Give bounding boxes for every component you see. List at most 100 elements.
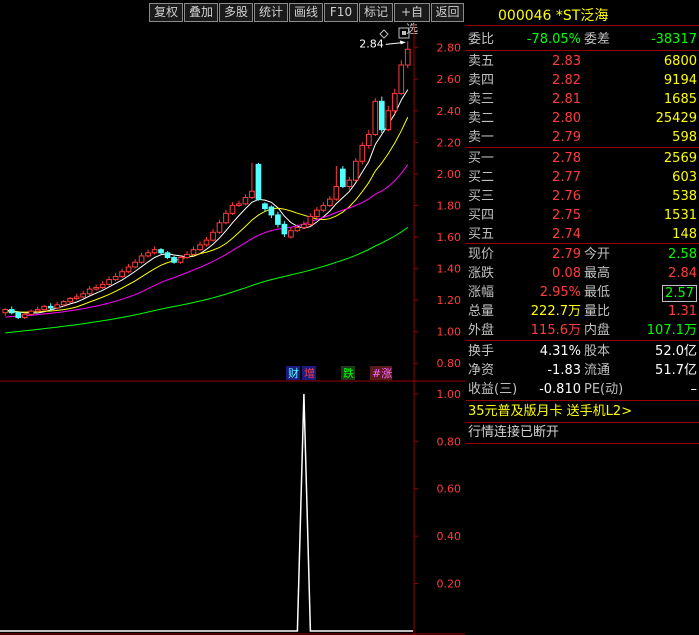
- candle-down: [158, 249, 164, 254]
- candle-down: [255, 163, 262, 200]
- indicator-tick-label: 0.40: [437, 530, 462, 543]
- stat-value: –: [690, 382, 698, 397]
- stat-value: 51.7亿: [655, 363, 697, 378]
- stat-row: 涨幅 2.95% 最低 2.57: [466, 283, 699, 302]
- candle-up: [125, 266, 132, 273]
- candle-down: [8, 309, 15, 314]
- stat-value: 2.57: [662, 285, 697, 302]
- mark-button[interactable]: 标记: [359, 3, 393, 22]
- stat-label: 量比: [584, 304, 611, 319]
- candle-up: [404, 48, 411, 66]
- candle-up: [28, 310, 35, 315]
- candle-up: [145, 252, 151, 257]
- back-button[interactable]: 返回: [431, 3, 464, 22]
- candle-down: [378, 100, 385, 131]
- stat-label: 流通: [584, 363, 611, 378]
- book-volume: 1531: [663, 208, 697, 223]
- book-label: 买四: [468, 208, 495, 223]
- book-label: 买五: [468, 227, 495, 242]
- book-row[interactable]: 卖三 2.81 1685: [466, 90, 699, 109]
- stat-label: 净资: [468, 363, 495, 378]
- stock-title: 000046 *ST泛海: [498, 5, 608, 25]
- stock-header[interactable]: 000046 *ST泛海: [466, 0, 699, 26]
- candles: [2, 41, 411, 320]
- price-tick-label: 1.40: [437, 263, 462, 276]
- candle-up: [307, 215, 314, 225]
- price-tick-label: 1.60: [437, 231, 462, 244]
- weicha-value: -38317: [650, 32, 697, 47]
- candle-up: [2, 309, 9, 314]
- book-row[interactable]: 卖一 2.79 598: [466, 128, 699, 147]
- book-row[interactable]: 卖四 2.82 9194: [466, 71, 699, 90]
- price-tick-label: 1.20: [437, 294, 462, 307]
- candle-up: [138, 255, 145, 263]
- book-row[interactable]: 买三 2.76 538: [466, 187, 699, 206]
- stat-value: 2.58: [668, 247, 697, 262]
- draw-line-button[interactable]: 画线: [289, 3, 323, 22]
- candle-up: [327, 198, 333, 206]
- book-label: 买一: [468, 151, 495, 166]
- candle-up: [365, 133, 372, 146]
- multi-stock-button[interactable]: 多股: [219, 3, 253, 22]
- promo-link[interactable]: 35元普及版月卡 送手机L2>: [466, 402, 699, 421]
- divider: [466, 443, 699, 444]
- divider: [466, 147, 699, 148]
- divider: [466, 243, 699, 244]
- price-tick-label: 2.80: [437, 42, 462, 55]
- candle-up: [359, 144, 366, 162]
- book-volume: 148: [672, 227, 697, 242]
- add-watchlist-button[interactable]: +自选: [394, 3, 430, 36]
- stat-label: 现价: [468, 247, 495, 262]
- candle-up: [320, 204, 327, 211]
- stat-label: 股本: [584, 344, 611, 359]
- fuquan-button[interactable]: 复权: [149, 3, 183, 22]
- price-axis: 2.80 2.60 2.40 2.20 2.00 1.80 1.60 1.40 1.20 1.00…: [414, 42, 462, 370]
- candle-up: [21, 313, 28, 318]
- chart-canvas[interactable]: 2.80 2.60 2.40 2.20 2.00 1.80 1.60 1.40 1.20 1.00…: [0, 24, 465, 635]
- book-volume: 1685: [663, 92, 697, 107]
- chart-frame-lines: [0, 24, 465, 635]
- book-row[interactable]: 买五 2.74 148: [466, 225, 699, 244]
- candle-down: [339, 168, 346, 188]
- book-volume: 2569: [663, 151, 697, 166]
- chart-annotations: 2.84 财增 跌 #涨: [286, 27, 410, 380]
- candle-up: [314, 209, 320, 217]
- candle-up: [151, 249, 158, 254]
- event-marker: 财: [288, 366, 299, 380]
- ma5-line: [5, 89, 409, 314]
- book-row[interactable]: 卖二 2.80 25429: [466, 109, 699, 128]
- candle-up: [385, 110, 392, 131]
- book-price: 2.76: [552, 189, 581, 204]
- divider: [466, 50, 699, 51]
- stat-label: 内盘: [584, 323, 611, 338]
- book-row[interactable]: 卖五 2.83 6800: [466, 52, 699, 71]
- book-row[interactable]: 买一 2.78 2569: [466, 149, 699, 168]
- book-row[interactable]: 买四 2.75 1531: [466, 206, 699, 225]
- moving-average-lines: [5, 89, 409, 334]
- quote-panel: 000046 *ST泛海 委比 -78.05% 委差 -38317 卖五 2.83…: [466, 0, 699, 635]
- book-label: 卖二: [468, 111, 495, 126]
- book-row[interactable]: 买二 2.77 603: [466, 168, 699, 187]
- f10-button[interactable]: F10: [324, 3, 358, 22]
- candle-up: [93, 286, 99, 290]
- book-price: 2.83: [552, 54, 581, 69]
- price-tick-label: 2.20: [437, 136, 462, 149]
- stat-value: 115.6万: [530, 323, 581, 338]
- candle-up: [197, 244, 203, 251]
- statistics-button[interactable]: 统计: [254, 3, 288, 22]
- indicator-line: [0, 393, 413, 632]
- stat-value: 4.31%: [539, 344, 581, 359]
- window-icon-inner: [402, 31, 406, 35]
- stat-row: 现价 2.79 今开 2.58: [466, 245, 699, 264]
- candle-down: [164, 252, 171, 259]
- stat-value: -0.810: [539, 382, 581, 397]
- overlay-button[interactable]: 叠加: [184, 3, 218, 22]
- candle-up: [60, 301, 67, 306]
- candle-up: [242, 197, 249, 205]
- divider: [466, 340, 699, 341]
- candle-up: [73, 296, 80, 300]
- indicator-tick-label: 0.60: [437, 483, 462, 496]
- stat-row: 涨跌 0.08 最高 2.84: [466, 264, 699, 283]
- candle-up: [190, 249, 197, 255]
- candle-up: [119, 271, 125, 277]
